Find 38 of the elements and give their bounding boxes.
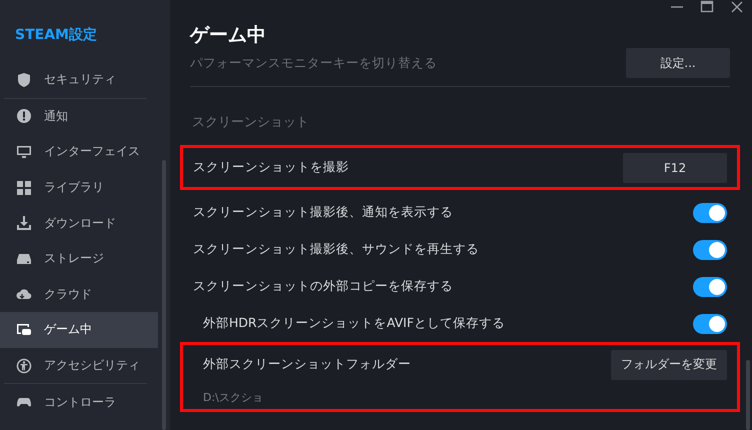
settings-title: STEAM設定 — [14, 26, 98, 45]
accessibility-icon — [16, 358, 32, 374]
shield-icon — [16, 72, 32, 88]
key-binding-button[interactable]: F12 — [623, 152, 727, 182]
toggle-switch[interactable] — [693, 202, 727, 222]
change-folder-button[interactable]: フォルダーを変更 — [611, 350, 727, 380]
sidebar-item[interactable]: コントローラ — [0, 384, 158, 420]
sidebar-item[interactable]: クラウド — [0, 276, 158, 312]
scrollbar[interactable] — [746, 360, 750, 430]
maximize-icon[interactable] — [700, 0, 714, 14]
setting-label: スクリーンショット撮影後、サウンドを再生する — [193, 241, 479, 258]
setting-label: スクリーンショット撮影後、通知を表示する — [193, 204, 453, 221]
section-heading: スクリーンショット — [192, 114, 310, 131]
grid-icon — [16, 180, 32, 196]
toggle-switch[interactable] — [693, 314, 727, 334]
monitor-icon — [16, 144, 32, 160]
close-icon[interactable] — [730, 0, 744, 14]
sidebar-item[interactable]: ライブラリ — [0, 170, 158, 206]
sidebar-item[interactable]: ゲーム中 — [0, 312, 158, 348]
folder-path: D:\スクショ — [202, 390, 264, 404]
toggle-switch[interactable] — [693, 276, 727, 296]
setting-label: 外部スクリーンショットフォルダー — [203, 356, 411, 373]
setting-label: パフォーマンスモニターキーを切り替える — [190, 54, 437, 72]
download-icon — [16, 215, 32, 232]
sidebar-item[interactable]: ストレージ — [0, 240, 158, 277]
setting-label: スクリーンショットの外部コピーを保存する — [193, 278, 453, 295]
sidebar-item[interactable]: ダウンロード — [0, 205, 158, 241]
sidebar-item[interactable]: インターフェイス — [0, 134, 158, 170]
sidebar-item[interactable]: アクセシビリティ — [0, 348, 158, 384]
setting-label: スクリーンショットを撮影 — [193, 159, 349, 176]
settings-button[interactable]: 設定... — [626, 48, 730, 78]
game-screen-icon — [16, 322, 32, 338]
exclamation-icon — [16, 108, 32, 124]
setting-label: 外部HDRスクリーンショットをAVIFとして保存する — [203, 315, 505, 332]
toggle-switch[interactable] — [693, 240, 727, 260]
sidebar-item[interactable]: 通知 — [0, 98, 158, 134]
sidebar-item[interactable]: セキュリティ — [0, 62, 158, 98]
page-title: ゲーム中 — [190, 23, 267, 48]
